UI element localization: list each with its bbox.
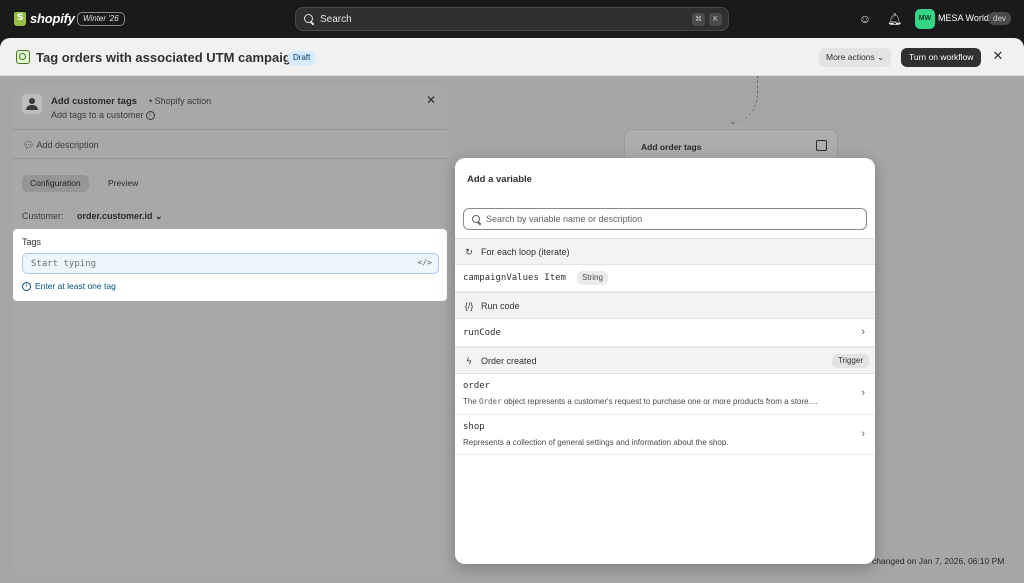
arrow-down-icon: ⌄: [729, 116, 737, 126]
description-text: The: [463, 397, 480, 406]
customer-selector[interactable]: order.customer.id ⌄: [77, 211, 163, 222]
code-icon: {/}: [464, 301, 474, 311]
variable-search-placeholder: Search by variable name or description: [486, 214, 643, 224]
variable-search-input[interactable]: Search by variable name or description: [463, 208, 867, 230]
divider: [13, 158, 447, 159]
tab-configuration[interactable]: Configuration: [22, 175, 89, 192]
shopify-logo[interactable]: shopify: [14, 11, 75, 26]
step-config-panel: Add customer tags • Shopify action Add t…: [13, 84, 447, 574]
chevron-right-icon: ›: [861, 428, 865, 440]
tags-input[interactable]: Start typing </>: [22, 253, 439, 274]
description-text: object represents a customer's request t…: [501, 397, 818, 406]
variable-name: order: [463, 381, 491, 391]
chevron-down-icon: ⌄: [155, 211, 163, 221]
avatar[interactable]: MW: [915, 9, 935, 29]
trigger-badge: Trigger: [831, 354, 869, 368]
section-label: Run code: [481, 301, 520, 311]
variable-name: runCode: [463, 328, 501, 338]
tags-field-group: Tags Start typing </> i Enter at least o…: [13, 229, 447, 301]
more-actions-button[interactable]: More actions ⌄: [819, 48, 892, 67]
tags-error-text: Enter at least one tag: [35, 281, 116, 291]
tab-preview[interactable]: Preview: [102, 175, 144, 192]
section-label: For each loop (iterate): [481, 247, 570, 257]
add-description-label: Add description: [36, 140, 99, 150]
store-env-badge: dev: [988, 12, 1011, 25]
shopify-bag-icon: [14, 11, 26, 26]
workflow-header: Tag orders with associated UTM campaign …: [0, 38, 1024, 76]
sidekick-icon[interactable]: ☺: [858, 12, 872, 26]
section-run-code: {/} Run code: [455, 292, 875, 319]
description-code: Order: [479, 397, 502, 406]
flow-app-icon: [16, 50, 30, 64]
search-icon: [472, 215, 481, 224]
chevron-right-icon: ›: [861, 387, 865, 399]
edition-badge[interactable]: Winter '26: [77, 12, 125, 26]
chevron-right-icon: ›: [861, 326, 865, 338]
global-search[interactable]: Search ⌘ K: [295, 7, 729, 31]
info-icon: i: [22, 281, 31, 291]
variable-row-order[interactable]: order The Order object represents a cust…: [455, 374, 875, 415]
panel-subtitle: Add tags to a customer i: [51, 110, 155, 121]
variable-description: The Order object represents a customer's…: [463, 397, 818, 406]
code-icon[interactable]: </>: [418, 258, 432, 267]
section-label: Order created: [481, 356, 537, 366]
divider: [13, 129, 447, 130]
bell-icon[interactable]: 🔔︎: [887, 12, 902, 26]
variable-name: shop: [463, 422, 485, 432]
customer-icon: [22, 94, 42, 114]
add-variable-popover: Add a variable Search by variable name o…: [455, 158, 875, 564]
close-icon[interactable]: ✕: [992, 49, 1004, 62]
comment-icon: 💬︎: [23, 140, 35, 150]
variable-name: campaignValues Item: [463, 273, 566, 283]
variable-description: Represents a collection of general setti…: [463, 438, 729, 447]
store-name[interactable]: MESA World: [938, 13, 989, 23]
command-key-hint: ⌘: [692, 13, 705, 26]
more-actions-label: More actions: [826, 52, 875, 62]
turn-on-workflow-button[interactable]: Turn on workflow: [901, 48, 982, 67]
add-description-button[interactable]: 💬︎ Add description: [23, 140, 99, 151]
bolt-icon: ϟ: [466, 356, 472, 366]
variable-row-shop[interactable]: shop Represents a collection of general …: [455, 415, 875, 455]
variable-row-runcode[interactable]: runCode ›: [455, 319, 875, 347]
last-changed-text: changed on Jan 7, 2026, 06:10 PM: [872, 556, 1005, 566]
customer-value: order.customer.id: [77, 211, 153, 221]
close-icon[interactable]: ✕: [426, 93, 436, 107]
k-key-hint: K: [709, 13, 722, 26]
info-icon[interactable]: i: [145, 111, 155, 121]
customer-label: Customer:: [22, 211, 64, 221]
step-card-title: Add order tags: [641, 142, 702, 152]
panel-title: Add customer tags: [51, 96, 138, 107]
panel-action-type: • Shopify action: [149, 96, 212, 106]
logo-text: shopify: [30, 11, 75, 26]
chevron-down-icon: ⌄: [877, 52, 885, 62]
section-order-created: ϟ Order created Trigger: [455, 347, 875, 374]
status-badge: Draft: [288, 51, 316, 65]
page-title[interactable]: Tag orders with associated UTM campaign: [36, 50, 299, 65]
download-icon: [816, 140, 827, 151]
tags-error-message: i Enter at least one tag: [22, 281, 116, 291]
type-badge: String: [577, 271, 608, 285]
search-placeholder: Search: [320, 13, 352, 25]
tags-placeholder: Start typing: [31, 259, 97, 269]
tags-label: Tags: [22, 237, 42, 247]
panel-subtitle-text: Add tags to a customer: [51, 110, 144, 120]
variable-row-campaignvalues-item[interactable]: campaignValues Item String: [455, 265, 875, 292]
section-for-each-loop: ↻ For each loop (iterate): [455, 238, 875, 265]
search-icon: [304, 14, 314, 24]
top-bar: shopify Winter '26 Search ⌘ K ☺ 🔔︎ MW ME…: [0, 0, 1024, 38]
modal-title: Add a variable: [467, 174, 532, 185]
loop-icon: ↻: [465, 247, 473, 257]
